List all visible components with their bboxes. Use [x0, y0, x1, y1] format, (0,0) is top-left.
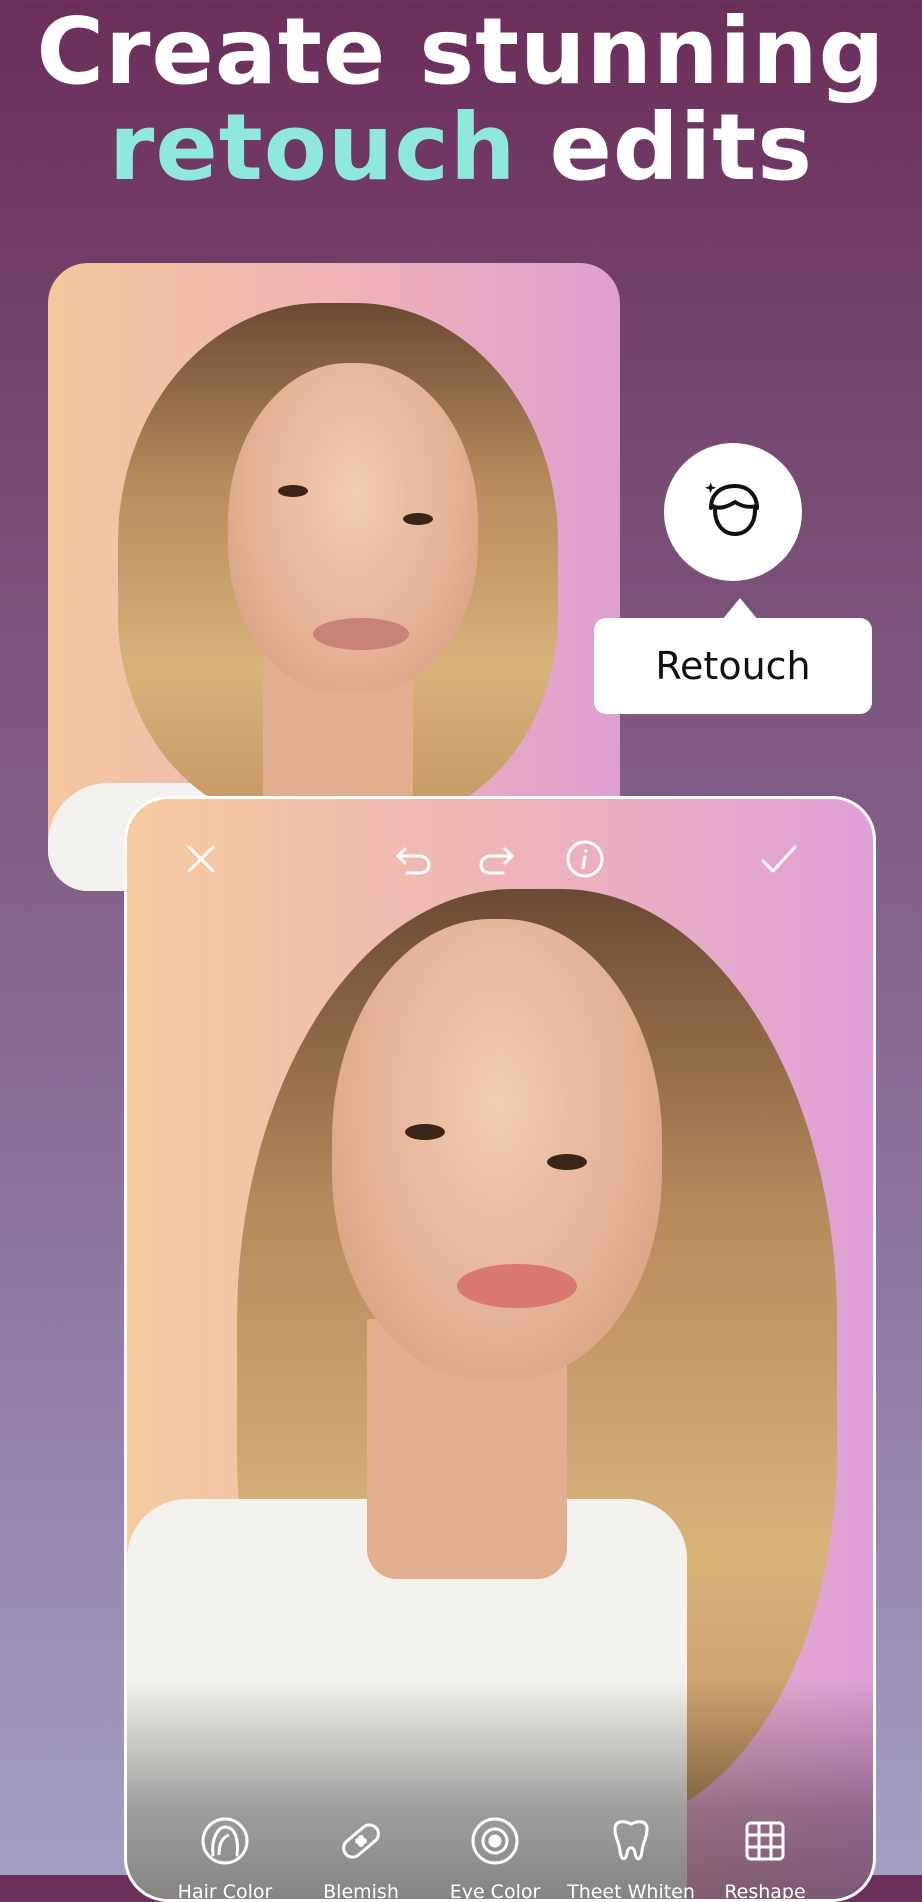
redo-icon[interactable] — [477, 839, 517, 879]
face-retouch-icon — [699, 476, 767, 548]
tool-label: Reshape — [724, 1881, 806, 1902]
eye-iris-icon — [469, 1815, 521, 1867]
tool-teeth-whiten[interactable]: Theet Whiten — [561, 1815, 701, 1902]
tool-label: Eye Color — [449, 1881, 541, 1902]
retouch-label: Retouch — [655, 644, 811, 688]
tool-hair-color[interactable]: Hair Color — [155, 1815, 295, 1902]
retouch-tooltip: Retouch — [594, 598, 872, 714]
tool-eye-color[interactable]: Eye Color — [425, 1815, 565, 1902]
headline-line-1: Create stunning — [36, 0, 886, 105]
editor-screen: Hair Color Blemish Eye Color Theet White… — [124, 796, 876, 1902]
undo-icon[interactable] — [393, 839, 433, 879]
headline-accent-word: retouch — [108, 94, 517, 201]
info-icon[interactable] — [565, 839, 605, 879]
tools-bar: Hair Color Blemish Eye Color Theet White… — [127, 1679, 873, 1899]
headline-line-2: retouch edits — [0, 100, 922, 196]
tool-reshape[interactable]: Reshape — [695, 1815, 835, 1902]
bandage-icon — [335, 1815, 387, 1867]
tooth-icon — [605, 1815, 657, 1867]
tool-label: Blemish — [323, 1881, 399, 1902]
check-icon[interactable] — [759, 839, 799, 879]
headline-rest: edits — [516, 94, 814, 201]
grid-icon — [739, 1815, 791, 1867]
hair-icon — [199, 1815, 251, 1867]
retouch-feature-button[interactable] — [664, 443, 802, 581]
tool-label: Hair Color — [177, 1881, 273, 1902]
close-icon[interactable] — [181, 839, 221, 879]
tool-blemish[interactable]: Blemish — [291, 1815, 431, 1902]
tool-label: Theet Whiten — [567, 1881, 695, 1902]
